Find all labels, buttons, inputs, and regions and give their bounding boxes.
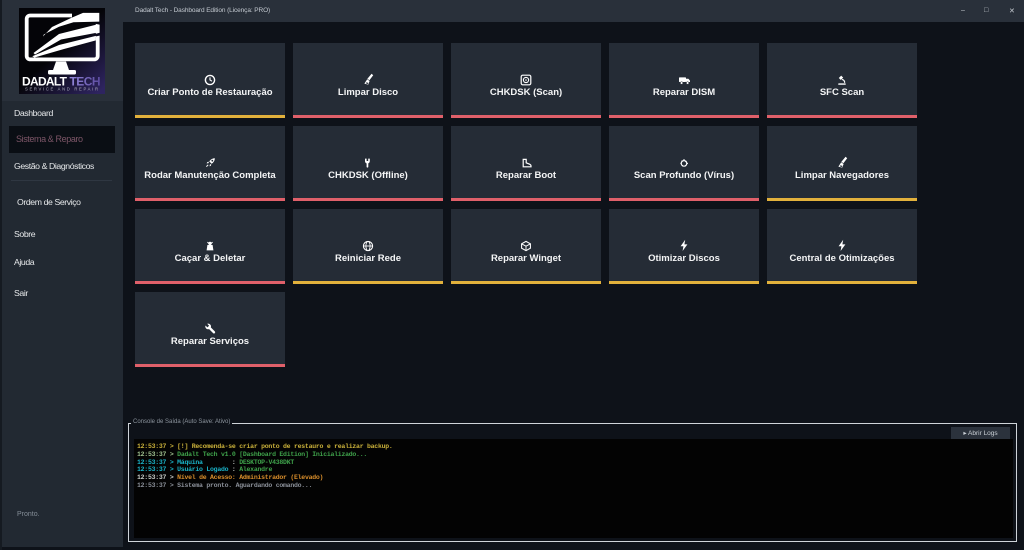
svg-text:SERVICE AND REPAIR: SERVICE AND REPAIR: [25, 87, 98, 92]
